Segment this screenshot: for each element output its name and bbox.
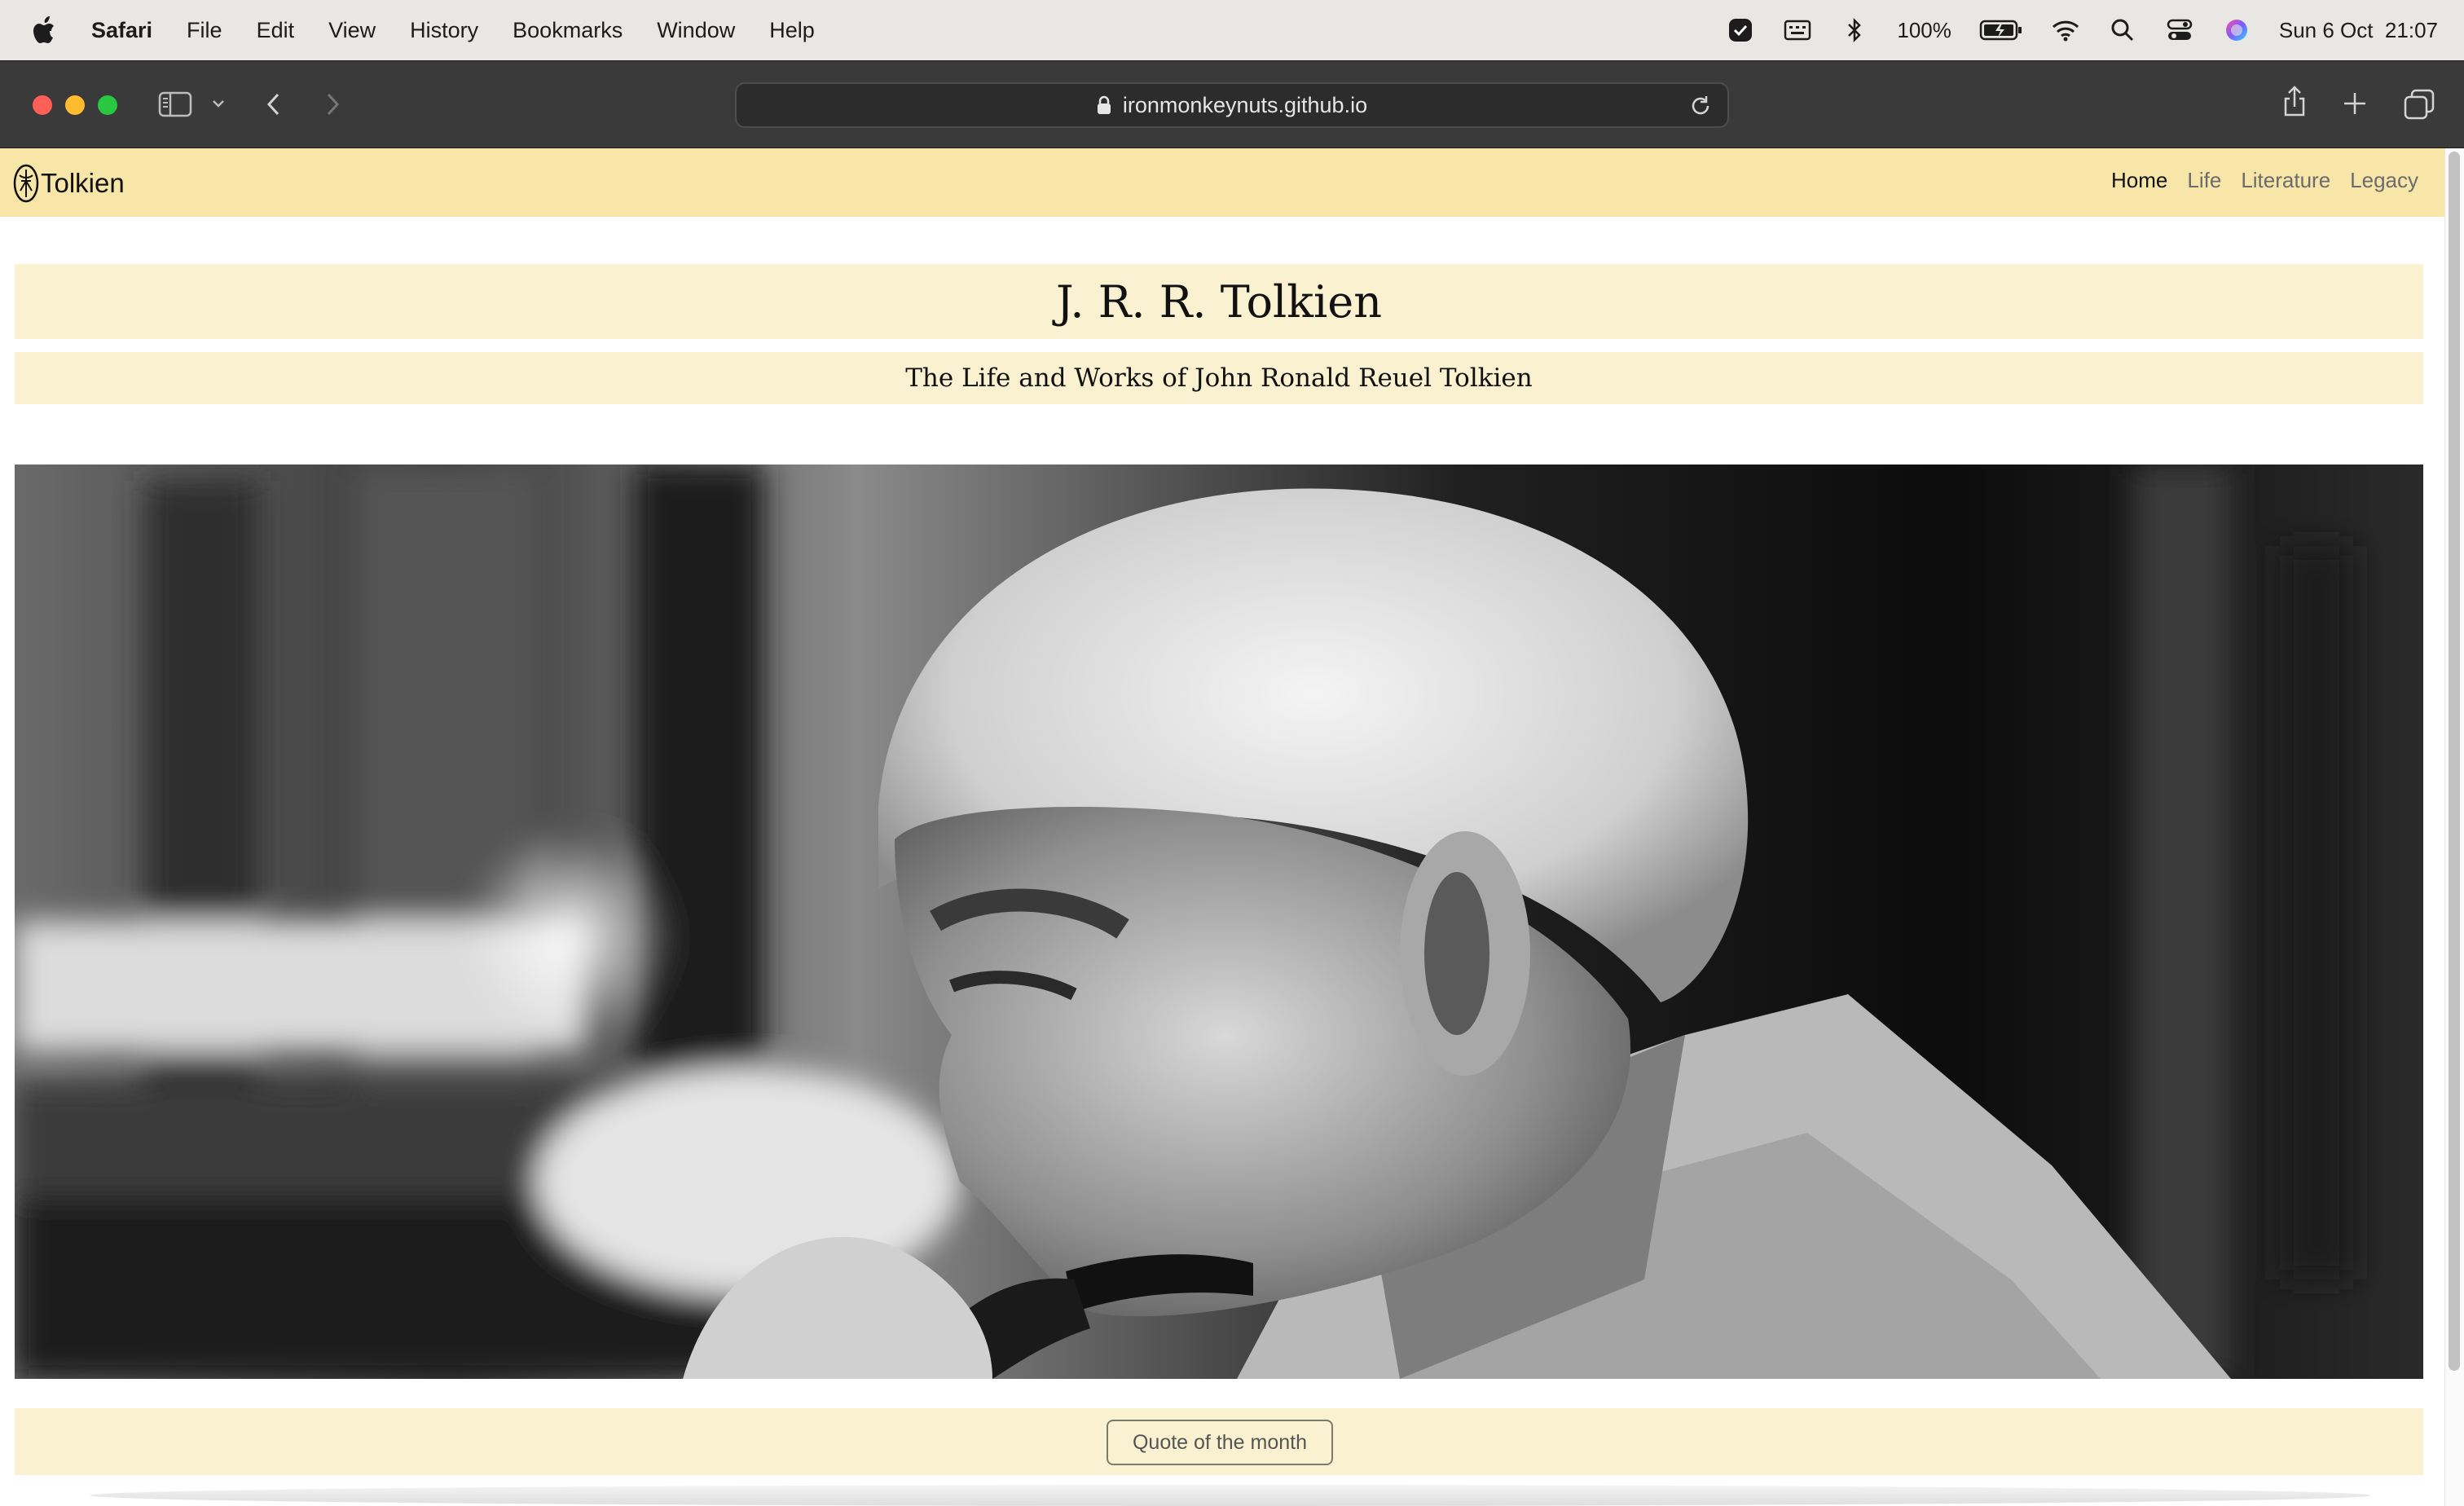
siri-icon[interactable] [2222,15,2251,45]
apple-logo-icon[interactable] [31,14,60,46]
page-subtitle: The Life and Works of John Ronald Reuel … [15,352,2423,404]
share-icon[interactable] [2281,84,2308,118]
nav-link-home[interactable]: Home [2111,168,2167,193]
web-page: Tolkien Home Life Literature Legacy J. R… [0,148,2464,1506]
tab-group-chevron-down-icon[interactable] [210,97,227,110]
window-minimize-button[interactable] [65,95,85,115]
tolkien-monogram-logo-icon [13,164,39,203]
menu-bookmarks[interactable]: Bookmarks [513,18,623,43]
lock-icon [1097,95,1111,114]
bluetooth-icon[interactable] [1840,15,1869,45]
menu-edit[interactable]: Edit [257,18,295,43]
nav-link-legacy[interactable]: Legacy [2350,168,2418,193]
checkmark-app-icon[interactable] [1726,15,1755,45]
page-title: J. R. R. Tolkien [15,264,2423,339]
site-nav-links: Home Life Literature Legacy [2111,168,2418,193]
nav-link-life[interactable]: Life [2187,168,2221,193]
address-url: ironmonkeynuts.github.io [1122,92,1368,117]
control-center-icon[interactable] [2165,15,2194,45]
keyboard-icon[interactable] [1783,15,1812,45]
macos-menu-bar: Safari File Edit View History Bookmarks … [0,0,2464,60]
menu-file[interactable]: File [187,18,222,43]
quote-of-the-month-button[interactable]: Quote of the month [1107,1420,1333,1465]
site-brand-link[interactable]: Tolkien [13,163,125,204]
menu-help[interactable]: Help [769,18,815,43]
back-chevron-icon[interactable] [264,90,284,118]
hero-portrait-image [15,465,2423,1379]
nav-link-literature[interactable]: Literature [2241,168,2330,193]
menubar-clock[interactable]: Sun 6 Oct 21:07 [2279,18,2438,43]
quote-section: Quote of the month [15,1408,2423,1475]
menubar-status-area: 100% Sun 6 Oct 21:07 [1726,0,2438,60]
site-navbar: Tolkien Home Life Literature Legacy [0,148,2444,217]
tab-overview-icon[interactable] [2404,89,2435,120]
window-zoom-button[interactable] [98,95,117,115]
menu-app-safari[interactable]: Safari [91,18,152,43]
address-bar[interactable]: ironmonkeynuts.github.io [735,82,1729,128]
window-close-button[interactable] [33,95,52,115]
battery-icon[interactable] [1979,15,2023,45]
safari-toolbar: ironmonkeynuts.github.io [0,60,2464,148]
section-divider-shadow [90,1485,2371,1506]
menu-history[interactable]: History [410,18,478,43]
page-scrollbar[interactable] [2444,148,2464,1506]
new-tab-plus-icon[interactable] [2342,90,2368,117]
sidebar-toggle-icon[interactable] [158,90,192,118]
scrollbar-thumb[interactable] [2449,152,2460,1371]
wifi-icon[interactable] [2051,15,2080,45]
menu-window[interactable]: Window [657,18,735,43]
site-brand-text: Tolkien [41,168,125,198]
battery-percentage: 100% [1897,17,1951,42]
reload-icon[interactable] [1688,94,1713,118]
forward-chevron-icon[interactable] [323,90,342,118]
menu-view[interactable]: View [328,18,376,43]
spotlight-search-icon[interactable] [2108,15,2137,45]
